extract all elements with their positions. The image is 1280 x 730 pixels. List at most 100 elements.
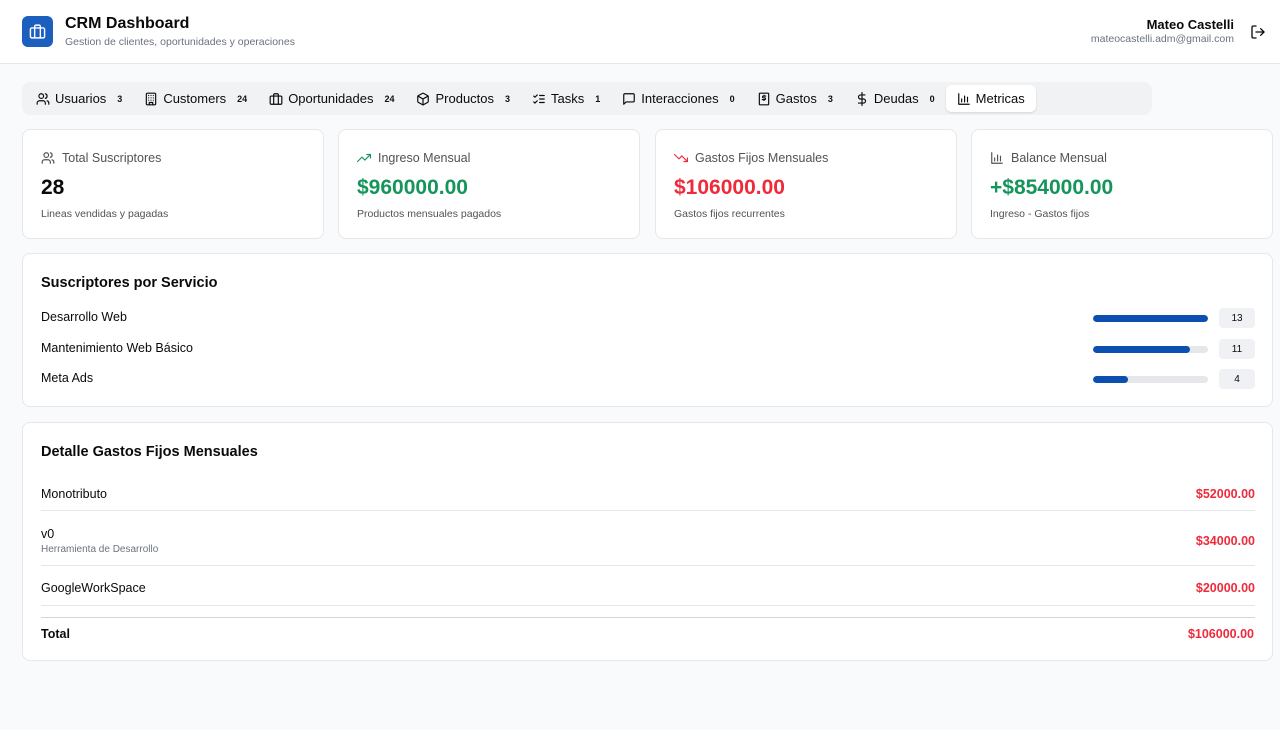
expense-amount: $20000.00 <box>1195 581 1255 595</box>
briefcase-icon <box>29 24 46 39</box>
tab-label: Interacciones <box>641 91 719 106</box>
stat-header: Gastos Fijos Mensuales <box>674 151 828 165</box>
service-progress-track <box>1093 315 1208 322</box>
service-name: Meta Ads <box>41 371 94 385</box>
tab-label: Usuarios <box>55 91 107 106</box>
users-icon <box>41 152 55 164</box>
expense-row: v0 Herramienta de Desarrollo $34000.00 <box>41 511 1255 566</box>
expense-amount: $52000.00 <box>1195 487 1255 501</box>
tab-label: Deudas <box>873 91 919 106</box>
stat-label: Gastos Fijos Mensuales <box>695 151 829 165</box>
tab-productos[interactable]: Productos 3 <box>405 85 521 112</box>
tab-label: Tasks <box>551 91 585 106</box>
expense-row: Monotributo $52000.00 <box>41 477 1255 511</box>
tab-gastos[interactable]: Gastos 3 <box>746 85 844 112</box>
stat-card-ingreso-mensual: Ingreso Mensual $960000.00 Productos men… <box>338 129 640 239</box>
app-subtitle: Gestion de clientes, oportunidades y ope… <box>65 36 295 48</box>
tab-customers[interactable]: Customers 24 <box>133 85 258 112</box>
stat-description: Ingreso - Gastos fijos <box>990 208 1090 220</box>
user-email: mateocastelli.adm@gmail.com <box>1090 33 1234 45</box>
service-progress-fill <box>1093 346 1191 353</box>
app-header: CRM Dashboard Gestion de clientes, oport… <box>0 0 1280 64</box>
tab-oportunidades[interactable]: Oportunidades 24 <box>258 85 405 112</box>
stat-value: +$854000.00 <box>990 176 1114 199</box>
tab-count: 3 <box>117 93 123 104</box>
receipt-icon <box>758 92 769 105</box>
stat-value: $960000.00 <box>357 176 468 199</box>
expense-name: v0 <box>41 527 55 541</box>
tab-count: 3 <box>505 93 511 104</box>
expense-total-label: Total <box>41 627 70 641</box>
stat-label: Total Suscriptores <box>62 151 162 165</box>
trending-down-icon <box>674 153 688 163</box>
service-row: Meta Ads 4 <box>41 369 1255 389</box>
service-progress-fill <box>1093 376 1129 383</box>
fixed-expenses-detail-card: Detalle Gastos Fijos Mensuales Monotribu… <box>22 422 1273 661</box>
trending-up-icon <box>357 153 371 163</box>
users-icon <box>36 92 50 105</box>
tab-label: Metricas <box>975 91 1025 106</box>
package-icon <box>417 92 430 105</box>
tab-label: Gastos <box>775 91 817 106</box>
stat-header: Ingreso Mensual <box>357 151 470 165</box>
service-count-badge: 13 <box>1219 308 1255 328</box>
expense-name: Monotributo <box>41 487 108 501</box>
stat-description: Lineas vendidas y pagadas <box>41 208 169 220</box>
tab-label: Customers <box>163 91 227 106</box>
service-name: Mantenimiento Web Básico <box>41 341 193 355</box>
stat-card-total-suscriptores: Total Suscriptores 28 Lineas vendidas y … <box>22 129 324 239</box>
main-tabs: Usuarios 3 Customers 24 Oportunidades 24… <box>22 82 1152 115</box>
stat-card-gastos-fijos: Gastos Fijos Mensuales $106000.00 Gastos… <box>655 129 957 239</box>
logout-icon[interactable] <box>1250 24 1266 40</box>
service-row: Mantenimiento Web Básico 11 <box>41 339 1255 359</box>
stat-value: 28 <box>41 176 65 199</box>
service-row: Desarrollo Web 13 <box>41 308 1255 328</box>
section-title: Detalle Gastos Fijos Mensuales <box>41 444 258 460</box>
total-divider <box>41 617 1255 618</box>
app-title: CRM Dashboard <box>65 15 190 32</box>
tab-deudas[interactable]: Deudas 0 <box>844 85 946 112</box>
tab-count: 0 <box>729 93 735 104</box>
service-count-badge: 4 <box>1219 369 1255 389</box>
tab-metricas[interactable]: Metricas <box>945 85 1036 112</box>
service-progress-track <box>1093 346 1208 353</box>
expense-row: GoogleWorkSpace $20000.00 <box>41 566 1255 606</box>
stat-header: Balance Mensual <box>990 151 1107 165</box>
tab-count: 24 <box>384 93 395 104</box>
message-square-icon <box>623 92 636 105</box>
bar-chart-icon <box>991 152 1003 164</box>
building-icon <box>146 92 157 105</box>
tab-count: 0 <box>929 93 935 104</box>
tab-interacciones[interactable]: Interacciones 0 <box>611 85 745 112</box>
user-name: Mateo Castelli <box>1146 17 1234 32</box>
service-progress-fill <box>1093 315 1208 322</box>
section-title: Suscriptores por Servicio <box>41 275 218 291</box>
briefcase-icon <box>269 92 283 105</box>
service-name: Desarrollo Web <box>41 310 127 324</box>
tab-label: Productos <box>435 91 495 106</box>
subscribers-by-service-card: Suscriptores por Servicio Desarrollo Web… <box>22 253 1273 407</box>
tab-label: Oportunidades <box>288 91 374 106</box>
stat-header: Total Suscriptores <box>41 151 161 165</box>
service-count-badge: 11 <box>1219 339 1255 359</box>
stat-label: Ingreso Mensual <box>378 151 471 165</box>
app-logo <box>22 16 53 47</box>
stat-card-balance-mensual: Balance Mensual +$854000.00 Ingreso - Ga… <box>971 129 1273 239</box>
tab-usuarios[interactable]: Usuarios 3 <box>25 85 133 112</box>
stat-description: Gastos fijos recurrentes <box>674 208 785 220</box>
expense-amount: $34000.00 <box>1195 534 1255 548</box>
tab-count: 3 <box>827 93 833 104</box>
list-checks-icon <box>533 93 545 104</box>
expense-note: Herramienta de Desarrollo <box>41 544 159 555</box>
expense-name: GoogleWorkSpace <box>41 581 146 595</box>
stat-label: Balance Mensual <box>1011 151 1107 165</box>
stat-description: Productos mensuales pagados <box>357 208 502 220</box>
service-progress-track <box>1093 376 1208 383</box>
tab-count: 1 <box>595 93 601 104</box>
expense-total-amount: $106000.00 <box>1187 627 1254 641</box>
tab-tasks[interactable]: Tasks 1 <box>521 85 611 112</box>
dollar-icon <box>857 91 866 106</box>
stat-value: $106000.00 <box>674 176 785 199</box>
bar-chart-icon <box>957 92 970 105</box>
tab-count: 24 <box>237 93 248 104</box>
